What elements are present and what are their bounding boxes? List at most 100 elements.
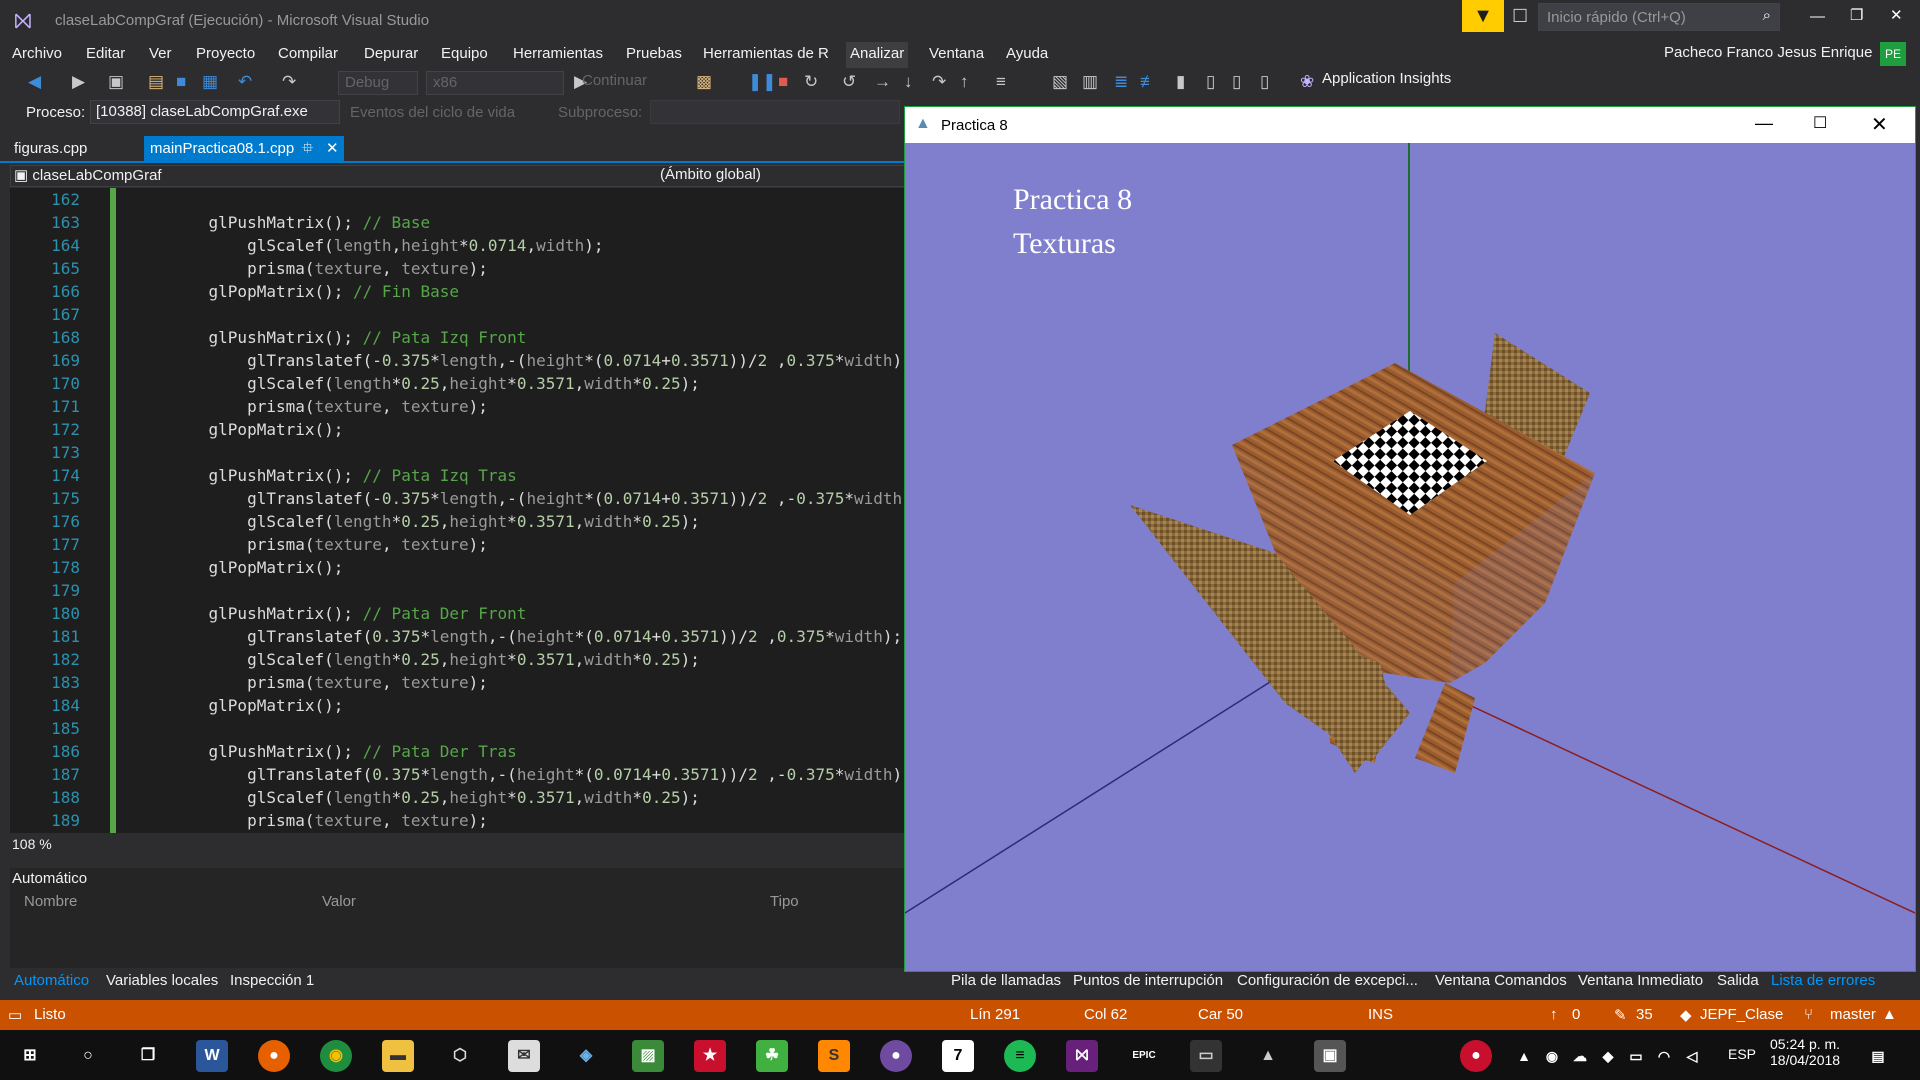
code-line[interactable]: 182 glScalef(length*0.25,height*0.3571,w… — [10, 648, 905, 671]
zoom-select[interactable]: 108 % — [12, 836, 52, 852]
step-back-icon[interactable]: ↷ — [932, 72, 946, 92]
save-icon[interactable]: ■ — [176, 72, 186, 92]
code-line[interactable]: 188 glScalef(length*0.25,height*0.3571,w… — [10, 786, 905, 809]
subprocess-select[interactable] — [650, 100, 900, 124]
restart-icon[interactable]: ↻ — [804, 72, 818, 92]
opengl-canvas[interactable]: Practica 8 Texturas — [905, 143, 1915, 971]
epic-games-icon[interactable]: EPIC — [1128, 1040, 1160, 1072]
visual-studio-icon[interactable]: ⨝ — [1066, 1040, 1098, 1072]
avatar[interactable]: PE — [1880, 42, 1906, 66]
menu-archivo[interactable]: Archivo — [8, 42, 66, 68]
tab-main-practica[interactable]: mainPractica08.1.cpp ⯐ ✕ — [144, 136, 344, 162]
word-icon[interactable]: W — [196, 1040, 228, 1072]
tab-immediate-window[interactable]: Ventana Inmediato — [1578, 972, 1703, 989]
task-view-icon[interactable]: ❐ — [132, 1040, 164, 1072]
menu-depurar[interactable]: Depurar — [360, 42, 422, 68]
feedback-icon[interactable]: ☐ — [1512, 6, 1528, 27]
opengl-minimize-button[interactable]: — — [1755, 113, 1773, 134]
redo-icon[interactable]: ↷ — [282, 72, 296, 92]
code-line[interactable]: 162 — [10, 188, 905, 211]
next-bookmark-icon[interactable]: ▯ — [1232, 72, 1241, 92]
menu-compilar[interactable]: Compilar — [274, 42, 342, 68]
menu-analizar[interactable]: Analizar — [846, 42, 909, 68]
clock[interactable]: 05:24 p. m. 18/04/2018 — [1770, 1036, 1840, 1068]
code-line[interactable]: 178 glPopMatrix(); — [10, 556, 905, 579]
code-line[interactable]: 165 prisma(texture, texture); — [10, 257, 905, 280]
step-out-icon[interactable]: ↑ — [960, 72, 969, 92]
show-next-statement-icon[interactable]: ↺ — [842, 72, 856, 92]
menu-pruebas[interactable]: Pruebas — [622, 42, 686, 68]
language-indicator[interactable]: ESP — [1728, 1046, 1756, 1062]
7zip-icon[interactable]: 7 — [942, 1040, 974, 1072]
push-icon[interactable]: ↑ — [1550, 1006, 1558, 1023]
tab-breakpoints[interactable]: Puntos de interrupción — [1073, 972, 1223, 989]
clear-bookmarks-icon[interactable]: ▯ — [1260, 72, 1269, 92]
prev-bookmark-icon[interactable]: ▯ — [1206, 72, 1215, 92]
tab-inspeccion[interactable]: Inspección 1 — [230, 972, 314, 989]
outdent-icon[interactable]: ≢ — [1140, 72, 1157, 92]
branch-chevron-icon[interactable]: ▲ — [1882, 1006, 1897, 1023]
game-app-icon[interactable]: ★ — [694, 1040, 726, 1072]
tab-call-stack[interactable]: Pila de llamadas — [951, 972, 1061, 989]
save-all-icon[interactable]: ▦ — [202, 72, 218, 92]
stop-icon[interactable]: ■ — [778, 72, 788, 92]
close-button[interactable]: ✕ — [1890, 6, 1903, 24]
minimize-button[interactable]: — — [1810, 8, 1825, 25]
changes-count[interactable]: 35 — [1636, 1006, 1653, 1023]
menu-ver[interactable]: Ver — [145, 42, 176, 68]
cube-app-icon[interactable]: ⬡ — [444, 1040, 476, 1072]
tab-error-list[interactable]: Lista de errores — [1771, 972, 1875, 989]
image-app-icon[interactable]: ▨ — [632, 1040, 664, 1072]
undo-icon[interactable]: ↶ — [238, 72, 252, 92]
opengl-app-icon[interactable]: ▣ — [1314, 1040, 1346, 1072]
opengl-title-bar[interactable]: ▲ Practica 8 — ☐ ✕ — [905, 107, 1915, 143]
branch-name[interactable]: master — [1830, 1006, 1876, 1023]
tab-figuras[interactable]: figuras.cpp — [8, 136, 93, 162]
tab-exception-settings[interactable]: Configuración de excepci... — [1237, 972, 1418, 989]
new-project-icon[interactable]: ▣ — [108, 72, 124, 92]
repo-name[interactable]: JEPF_Clase — [1700, 1006, 1783, 1023]
code-line[interactable]: 183 prisma(texture, texture); — [10, 671, 905, 694]
code-line[interactable]: 184 glPopMatrix(); — [10, 694, 905, 717]
code-line[interactable]: 168 glPushMatrix(); // Pata Izq Front — [10, 326, 905, 349]
code-line[interactable]: 176 glScalef(length*0.25,height*0.3571,w… — [10, 510, 905, 533]
network-app-icon[interactable]: ◈ — [570, 1040, 602, 1072]
tab-automatico[interactable]: Automático — [14, 972, 89, 989]
column-value[interactable]: Valor — [322, 893, 356, 910]
code-line[interactable]: 175 glTranslatef(-0.375*length,-(height*… — [10, 487, 905, 510]
branch-icon[interactable]: ⑂ — [1804, 1006, 1813, 1023]
cortana-icon[interactable]: ○ — [72, 1040, 104, 1072]
menu-herramientas-r[interactable]: Herramientas de R — [699, 42, 833, 68]
project-select[interactable]: ▣ claseLabCompGraf — [14, 166, 162, 184]
open-file-icon[interactable]: ▤ — [148, 72, 164, 92]
code-line[interactable]: 181 glTranslatef(0.375*length,-(height*(… — [10, 625, 905, 648]
back-icon[interactable]: ◀ — [28, 72, 41, 92]
code-line[interactable]: 164 glScalef(length,height*0.0714,width)… — [10, 234, 905, 257]
code-line[interactable]: 180 glPushMatrix(); // Pata Der Front — [10, 602, 905, 625]
step-over-icon[interactable]: → — [874, 72, 891, 92]
code-line[interactable]: 169 glTranslatef(-0.375*length,-(height*… — [10, 349, 905, 372]
forward-icon[interactable]: ▶ — [72, 72, 85, 92]
pin-icon[interactable]: ⯐ — [302, 136, 313, 161]
green-app-icon[interactable]: ☘ — [756, 1040, 788, 1072]
step-into-icon[interactable]: ↓ — [904, 72, 913, 92]
firefox-icon[interactable]: ● — [258, 1040, 290, 1072]
gimp-icon[interactable]: ▲ — [1252, 1040, 1284, 1072]
code-editor[interactable]: 162 163 glPushMatrix(); // Base 164 glScal… — [10, 188, 905, 833]
repo-icon[interactable]: ◆ — [1680, 1006, 1692, 1024]
menu-equipo[interactable]: Equipo — [437, 42, 492, 68]
notifications-icon[interactable]: ▤ — [1862, 1040, 1894, 1072]
tab-output[interactable]: Salida — [1717, 972, 1759, 989]
continue-button[interactable]: Continuar — [582, 72, 647, 89]
menu-ayuda[interactable]: Ayuda — [1002, 42, 1052, 68]
pause-icon[interactable]: ❚❚ — [748, 72, 777, 92]
menu-editar[interactable]: Editar — [82, 42, 129, 68]
platform-select[interactable]: x86 — [426, 71, 564, 95]
user-name[interactable]: Pacheco Franco Jesus Enrique — [1664, 44, 1872, 61]
code-line[interactable]: 177 prisma(texture, texture); — [10, 533, 905, 556]
close-tab-icon[interactable]: ✕ — [326, 136, 339, 161]
process-select[interactable]: [10388] claseLabCompGraf.exe — [90, 100, 340, 124]
chrome-icon[interactable]: ◉ — [320, 1040, 352, 1072]
sublime-icon[interactable]: S — [818, 1040, 850, 1072]
lifecycle-events-button[interactable]: Eventos del ciclo de vida — [350, 104, 515, 121]
